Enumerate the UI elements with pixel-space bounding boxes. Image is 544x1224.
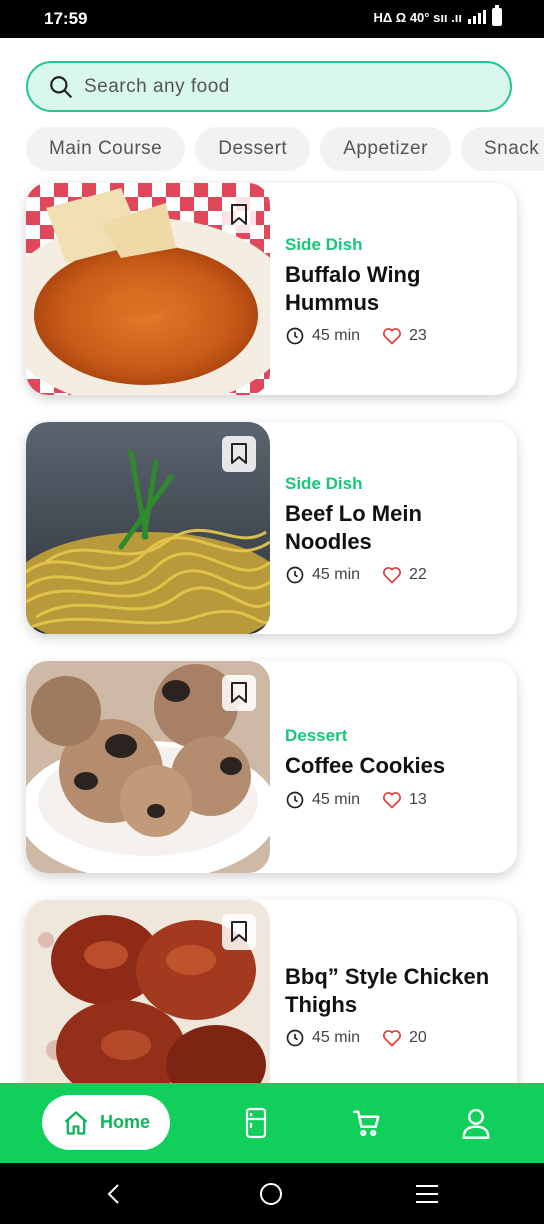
system-home-button[interactable] — [256, 1179, 286, 1209]
clock-icon — [286, 566, 304, 584]
recipe-time: 45 min — [312, 327, 361, 344]
search-icon — [50, 75, 72, 98]
clock-icon — [286, 791, 304, 809]
menu-icon — [416, 1185, 438, 1203]
recipe-title: Bbq” Style Chicken Thighs — [285, 964, 490, 1017]
recipe-card[interactable]: Side Dish Beef Lo Mein Noodles 45 min 22 — [26, 422, 517, 634]
home-circle-icon — [260, 1183, 282, 1205]
bookmark-button[interactable] — [222, 197, 256, 233]
search-placeholder: Search any food — [84, 75, 230, 97]
home-icon — [64, 1110, 88, 1135]
chip-dessert[interactable]: Dessert — [195, 127, 311, 171]
recipe-category: Side Dish — [285, 235, 363, 254]
fridge-icon — [245, 1107, 267, 1139]
search-input[interactable]: Search any food — [26, 61, 512, 112]
recipe-meta: 45 min 22 — [285, 565, 427, 585]
bookmark-button[interactable] — [222, 675, 256, 711]
status-time: 17:59 — [44, 9, 88, 28]
recipe-category: Dessert — [285, 726, 348, 745]
signal-icon — [468, 10, 486, 24]
recipe-image-chicken — [26, 900, 270, 1112]
nav-home-label: Home — [99, 1112, 150, 1132]
recipe-title: Beef Lo Mein Noodles — [285, 501, 422, 554]
recipe-card[interactable]: Bbq” Style Chicken Thighs 45 min 20 — [26, 900, 517, 1112]
chip-appetizer[interactable]: Appetizer — [320, 127, 451, 171]
recipe-image-hummus — [26, 183, 270, 395]
chip-snack[interactable]: Snack — [460, 127, 544, 171]
clock-icon — [286, 327, 304, 345]
system-navigation-bar — [0, 1163, 544, 1224]
bookmark-button[interactable] — [222, 436, 256, 472]
bookmark-button[interactable] — [222, 914, 256, 950]
likes-count: 20 — [409, 1029, 427, 1046]
nav-cart-button[interactable] — [350, 1105, 384, 1141]
recipe-image-noodles — [26, 422, 270, 634]
nav-profile-button[interactable] — [459, 1105, 493, 1141]
likes[interactable]: 13 — [382, 790, 427, 810]
network-indicators-text: ΗΔ Ω 40° ѕıı .ıı — [373, 9, 462, 25]
system-back-button[interactable] — [99, 1179, 129, 1209]
likes-count: 23 — [409, 327, 427, 344]
system-recents-button[interactable] — [412, 1179, 442, 1209]
likes[interactable]: 20 — [382, 1028, 427, 1048]
recipe-meta: 45 min 23 — [285, 326, 427, 346]
recipe-meta: 45 min 13 — [285, 790, 427, 810]
recipe-info: Side Dish Beef Lo Mein Noodles 45 min 22 — [285, 422, 510, 634]
recipe-card[interactable]: Side Dish Buffalo Wing Hummus 45 min 23 — [26, 183, 517, 395]
recipe-info: Dessert Coffee Cookies 45 min 13 — [285, 661, 510, 873]
heart-icon — [383, 567, 401, 584]
recipe-time: 45 min — [312, 1029, 361, 1046]
recipe-card[interactable]: Dessert Coffee Cookies 45 min 13 — [26, 661, 517, 873]
nav-home-button[interactable]: Home — [42, 1095, 170, 1150]
back-icon — [107, 1184, 119, 1204]
heart-icon — [383, 1030, 401, 1047]
category-chips: Main Course Dessert Appetizer Snack — [26, 127, 544, 171]
bookmark-icon — [231, 921, 247, 942]
likes[interactable]: 22 — [382, 565, 427, 585]
profile-icon — [462, 1108, 490, 1139]
recipe-info: Bbq” Style Chicken Thighs 45 min 20 — [285, 900, 510, 1112]
recipe-time: 45 min — [312, 791, 361, 808]
clock-icon — [286, 1029, 304, 1047]
likes[interactable]: 23 — [382, 326, 427, 346]
recipe-info: Side Dish Buffalo Wing Hummus 45 min 23 — [285, 183, 510, 395]
bottom-navigation: Home — [0, 1083, 544, 1163]
heart-icon — [383, 792, 401, 809]
status-indicators: ΗΔ Ω 40° ѕıı .ıı — [373, 5, 502, 26]
likes-count: 22 — [409, 566, 427, 583]
battery-icon — [492, 5, 502, 26]
recipe-image-cookies — [26, 661, 270, 873]
heart-icon — [383, 328, 401, 345]
bookmark-icon — [231, 443, 247, 464]
bookmark-icon — [231, 204, 247, 225]
recipe-category: Side Dish — [285, 474, 363, 493]
nav-fridge-button[interactable] — [239, 1105, 273, 1141]
bookmark-icon — [231, 682, 247, 703]
cart-icon — [353, 1110, 380, 1137]
recipe-meta: 45 min 20 — [285, 1028, 427, 1048]
recipe-time: 45 min — [312, 566, 361, 583]
recipe-title: Buffalo Wing Hummus — [285, 262, 421, 315]
chip-main-course[interactable]: Main Course — [26, 127, 186, 171]
likes-count: 13 — [409, 791, 427, 808]
recipe-title: Coffee Cookies — [285, 753, 446, 778]
status-bar: 17:59 ΗΔ Ω 40° ѕıı .ıı — [0, 0, 544, 38]
